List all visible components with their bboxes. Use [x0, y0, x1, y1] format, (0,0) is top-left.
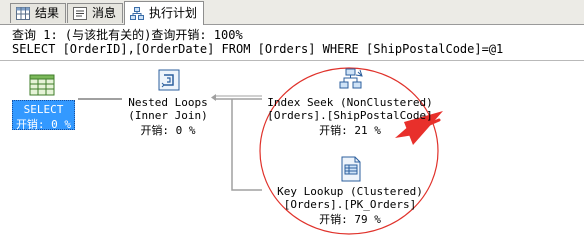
- connector-nested-keylookup: [231, 99, 262, 191]
- index-seek-name: Index Seek (NonClustered): [267, 96, 433, 109]
- select-node-cost: 开销: 0 %: [15, 118, 72, 131]
- key-lookup-icon[interactable]: [338, 156, 364, 182]
- nested-loops-name: Nested Loops: [128, 96, 208, 109]
- nested-loops-cost: 开销: 0 %: [140, 124, 196, 137]
- key-lookup-detail: [Orders].[PK_Orders]: [283, 198, 417, 211]
- index-seek-detail: [Orders].[ShipPostalCode]: [267, 109, 433, 122]
- key-lookup-cost: 开销: 79 %: [319, 213, 381, 226]
- select-result-icon[interactable]: [26, 74, 58, 98]
- index-seek-icon[interactable]: [338, 67, 364, 93]
- nested-loops-detail: (Inner Join): [128, 109, 208, 122]
- select-node[interactable]: SELECT 开销: 0 %: [12, 100, 75, 131]
- index-seek-cost: 开销: 21 %: [319, 124, 381, 137]
- nested-loops-icon[interactable]: [156, 67, 182, 93]
- key-lookup-name: Key Lookup (Clustered): [277, 185, 423, 198]
- select-node-name: SELECT: [23, 103, 64, 116]
